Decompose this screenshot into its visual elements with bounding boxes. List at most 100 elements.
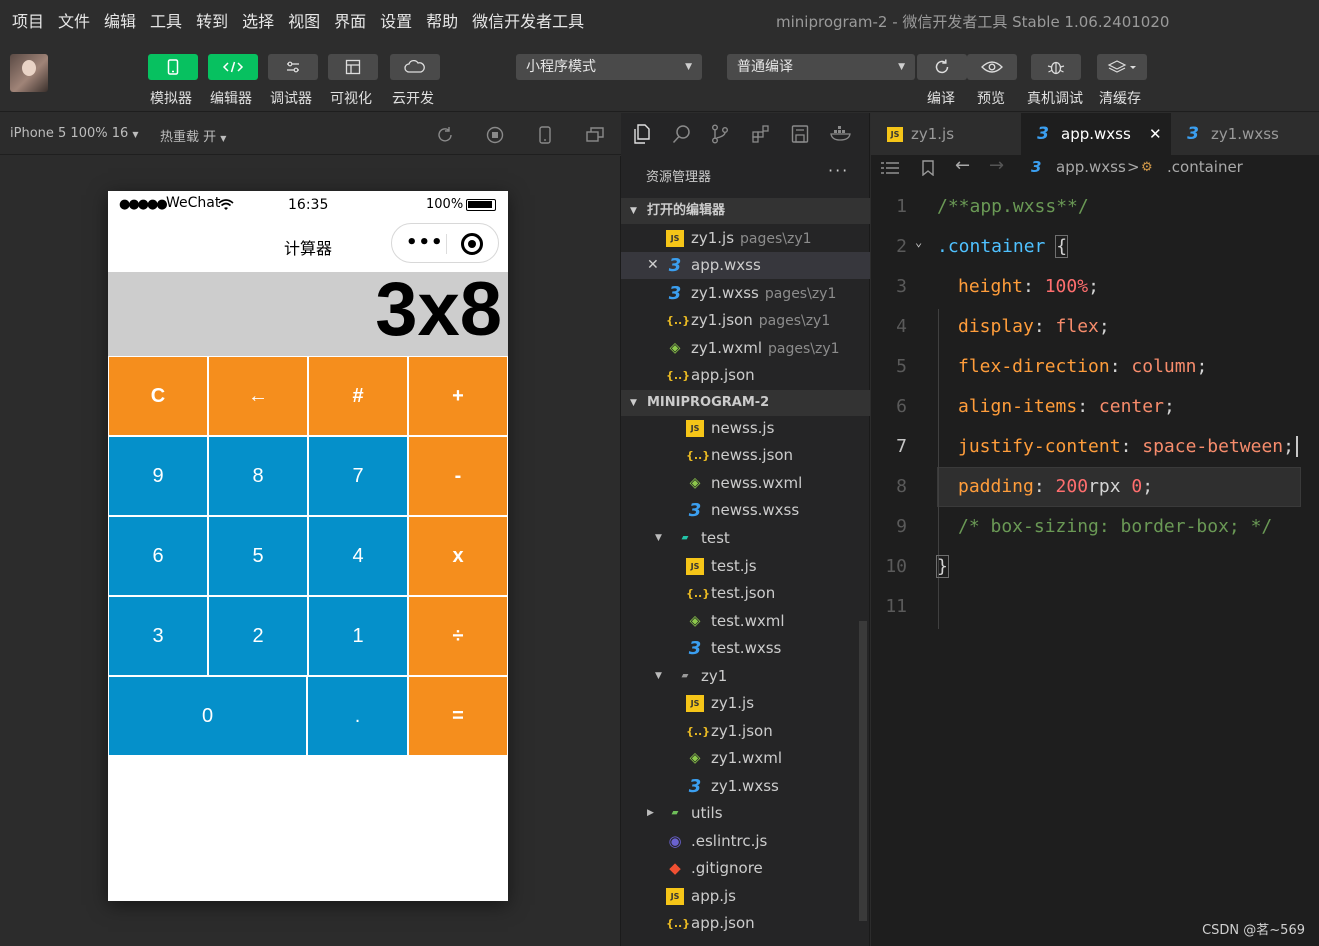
- visual-button[interactable]: [328, 54, 378, 80]
- tab-app-wxss[interactable]: 3 app.wxss ✕: [1021, 113, 1171, 155]
- key-multiply[interactable]: x: [408, 516, 508, 596]
- key-equals[interactable]: =: [408, 676, 508, 756]
- device-select[interactable]: iPhone 5 100% 16 ▼: [10, 126, 139, 141]
- detach-window-icon[interactable]: [586, 126, 604, 144]
- menu-tools[interactable]: 工具: [148, 8, 184, 32]
- breadcrumb-symbol[interactable]: .container: [1167, 158, 1243, 176]
- tree-folder[interactable]: ▼ ▰ test: [621, 525, 870, 552]
- key-7[interactable]: 7: [308, 436, 408, 516]
- tree-item[interactable]: ◆ .gitignore: [621, 855, 870, 882]
- phone-icon[interactable]: [536, 126, 554, 144]
- tree-item[interactable]: 3 zy1.wxss: [621, 773, 870, 800]
- extensions-icon[interactable]: [751, 124, 771, 144]
- tree-item[interactable]: ◈ test.wxml: [621, 608, 870, 635]
- tree-item[interactable]: {..} zy1.json: [621, 718, 870, 745]
- close-icon[interactable]: ✕: [1149, 113, 1162, 155]
- tree-item[interactable]: JS app.js: [621, 883, 870, 910]
- key-5[interactable]: 5: [208, 516, 308, 596]
- save-icon[interactable]: [791, 124, 809, 144]
- breadcrumb-file[interactable]: app.wxss: [1056, 158, 1126, 176]
- menu-goto[interactable]: 转到: [194, 8, 230, 32]
- back-arrow-icon[interactable]: ←: [955, 155, 970, 176]
- key-dot[interactable]: .: [307, 676, 408, 756]
- tree-item[interactable]: ◈ zy1.wxml: [621, 745, 870, 772]
- key-3[interactable]: 3: [108, 596, 208, 676]
- explorer-scrollbar[interactable]: [859, 621, 867, 921]
- open-file-zy1-json[interactable]: {..} zy1.json pages\zy1: [621, 307, 870, 334]
- key-9[interactable]: 9: [108, 436, 208, 516]
- close-icon[interactable]: ✕: [647, 252, 659, 279]
- debugger-button[interactable]: [268, 54, 318, 80]
- key-0[interactable]: 0: [108, 676, 307, 756]
- device-debug-button[interactable]: [1031, 54, 1081, 80]
- more-icon[interactable]: •••: [406, 232, 444, 253]
- tree-item[interactable]: JS zy1.js: [621, 690, 870, 717]
- tab-zy1-js[interactable]: JS zy1.js: [871, 113, 1021, 155]
- menu-settings[interactable]: 设置: [378, 8, 414, 32]
- key-8[interactable]: 8: [208, 436, 308, 516]
- editor-button[interactable]: [208, 54, 258, 80]
- search-icon[interactable]: [672, 124, 692, 144]
- key-6[interactable]: 6: [108, 516, 208, 596]
- key-2[interactable]: 2: [208, 596, 308, 676]
- menu-file[interactable]: 文件: [56, 8, 92, 32]
- file-name: zy1.wxss: [711, 777, 779, 795]
- docker-icon[interactable]: [830, 125, 852, 143]
- tree-item[interactable]: ◈ newss.wxml: [621, 470, 870, 497]
- key-1[interactable]: 1: [308, 596, 408, 676]
- menu-project[interactable]: 项目: [10, 8, 46, 32]
- tree-item[interactable]: {..} test.json: [621, 580, 870, 607]
- source-control-icon[interactable]: [711, 124, 729, 144]
- close-target-icon[interactable]: [461, 233, 483, 255]
- clear-cache-button[interactable]: [1097, 54, 1147, 80]
- open-file-app-json[interactable]: {..} app.json: [621, 362, 870, 389]
- menu-devtools[interactable]: 微信开发者工具: [470, 8, 586, 32]
- key-4[interactable]: 4: [308, 516, 408, 596]
- project-header[interactable]: ▼ MINIPROGRAM-2: [621, 390, 870, 416]
- menu-help[interactable]: 帮助: [424, 8, 460, 32]
- code-line: /* box-sizing: border-box; */: [958, 507, 1272, 547]
- tree-item[interactable]: ◉ .eslintrc.js: [621, 828, 870, 855]
- key-backspace[interactable]: ←: [208, 356, 308, 436]
- menu-select[interactable]: 选择: [240, 8, 276, 32]
- tree-item[interactable]: 3 newss.wxss: [621, 497, 870, 524]
- code-area[interactable]: 1 2 ⌄ 3 4 5 6 7 8 9 10 11 /**app.wxss**/…: [871, 181, 1319, 741]
- key-divide[interactable]: ÷: [408, 596, 508, 676]
- compile-button[interactable]: [917, 54, 967, 80]
- tree-folder[interactable]: ▶ ▰ utils: [621, 800, 870, 827]
- open-file-zy1-wxml[interactable]: ◈ zy1.wxml pages\zy1: [621, 335, 870, 362]
- open-editors-header[interactable]: ▼ 打开的编辑器: [621, 198, 870, 224]
- rotate-icon[interactable]: [436, 126, 454, 144]
- menu-view[interactable]: 视图: [286, 8, 322, 32]
- cloud-button[interactable]: [390, 54, 440, 80]
- mode-select[interactable]: 小程序模式 ▼: [516, 54, 702, 80]
- tree-item[interactable]: {..} newss.json: [621, 442, 870, 469]
- preview-button[interactable]: [967, 54, 1017, 80]
- open-file-zy1-js[interactable]: JS zy1.js pages\zy1: [621, 225, 870, 252]
- list-icon[interactable]: [881, 161, 899, 175]
- tree-item[interactable]: {..} app.json: [621, 910, 870, 937]
- avatar[interactable]: [10, 54, 48, 92]
- key-hash[interactable]: #: [308, 356, 408, 436]
- forward-arrow-icon[interactable]: →: [989, 155, 1004, 176]
- menu-interface[interactable]: 界面: [332, 8, 368, 32]
- key-plus[interactable]: +: [408, 356, 508, 436]
- tree-item[interactable]: 3 test.wxss: [621, 635, 870, 662]
- key-clear[interactable]: C: [108, 356, 208, 436]
- tree-item[interactable]: JS test.js: [621, 553, 870, 580]
- files-icon[interactable]: [633, 124, 651, 144]
- tree-folder[interactable]: ▼ ▰ zy1: [621, 663, 870, 690]
- open-file-zy1-wxss[interactable]: 3 zy1.wxss pages\zy1: [621, 280, 870, 307]
- bookmark-icon[interactable]: [921, 160, 935, 176]
- fold-chevron-icon[interactable]: ⌄: [915, 235, 922, 249]
- stop-icon[interactable]: [486, 126, 504, 144]
- tab-zy1-wxss[interactable]: 3 zy1.wxss: [1171, 113, 1319, 155]
- open-file-app-wxss[interactable]: ✕ 3 app.wxss: [621, 252, 870, 279]
- simulator-button[interactable]: [148, 54, 198, 80]
- key-minus[interactable]: -: [408, 436, 508, 516]
- menu-edit[interactable]: 编辑: [102, 8, 138, 32]
- compile-select[interactable]: 普通编译 ▼: [727, 54, 915, 80]
- more-actions-icon[interactable]: ···: [828, 161, 849, 180]
- tree-item[interactable]: JS newss.js: [621, 415, 870, 442]
- hot-reload-toggle[interactable]: 热重载 开 ▼: [160, 126, 226, 145]
